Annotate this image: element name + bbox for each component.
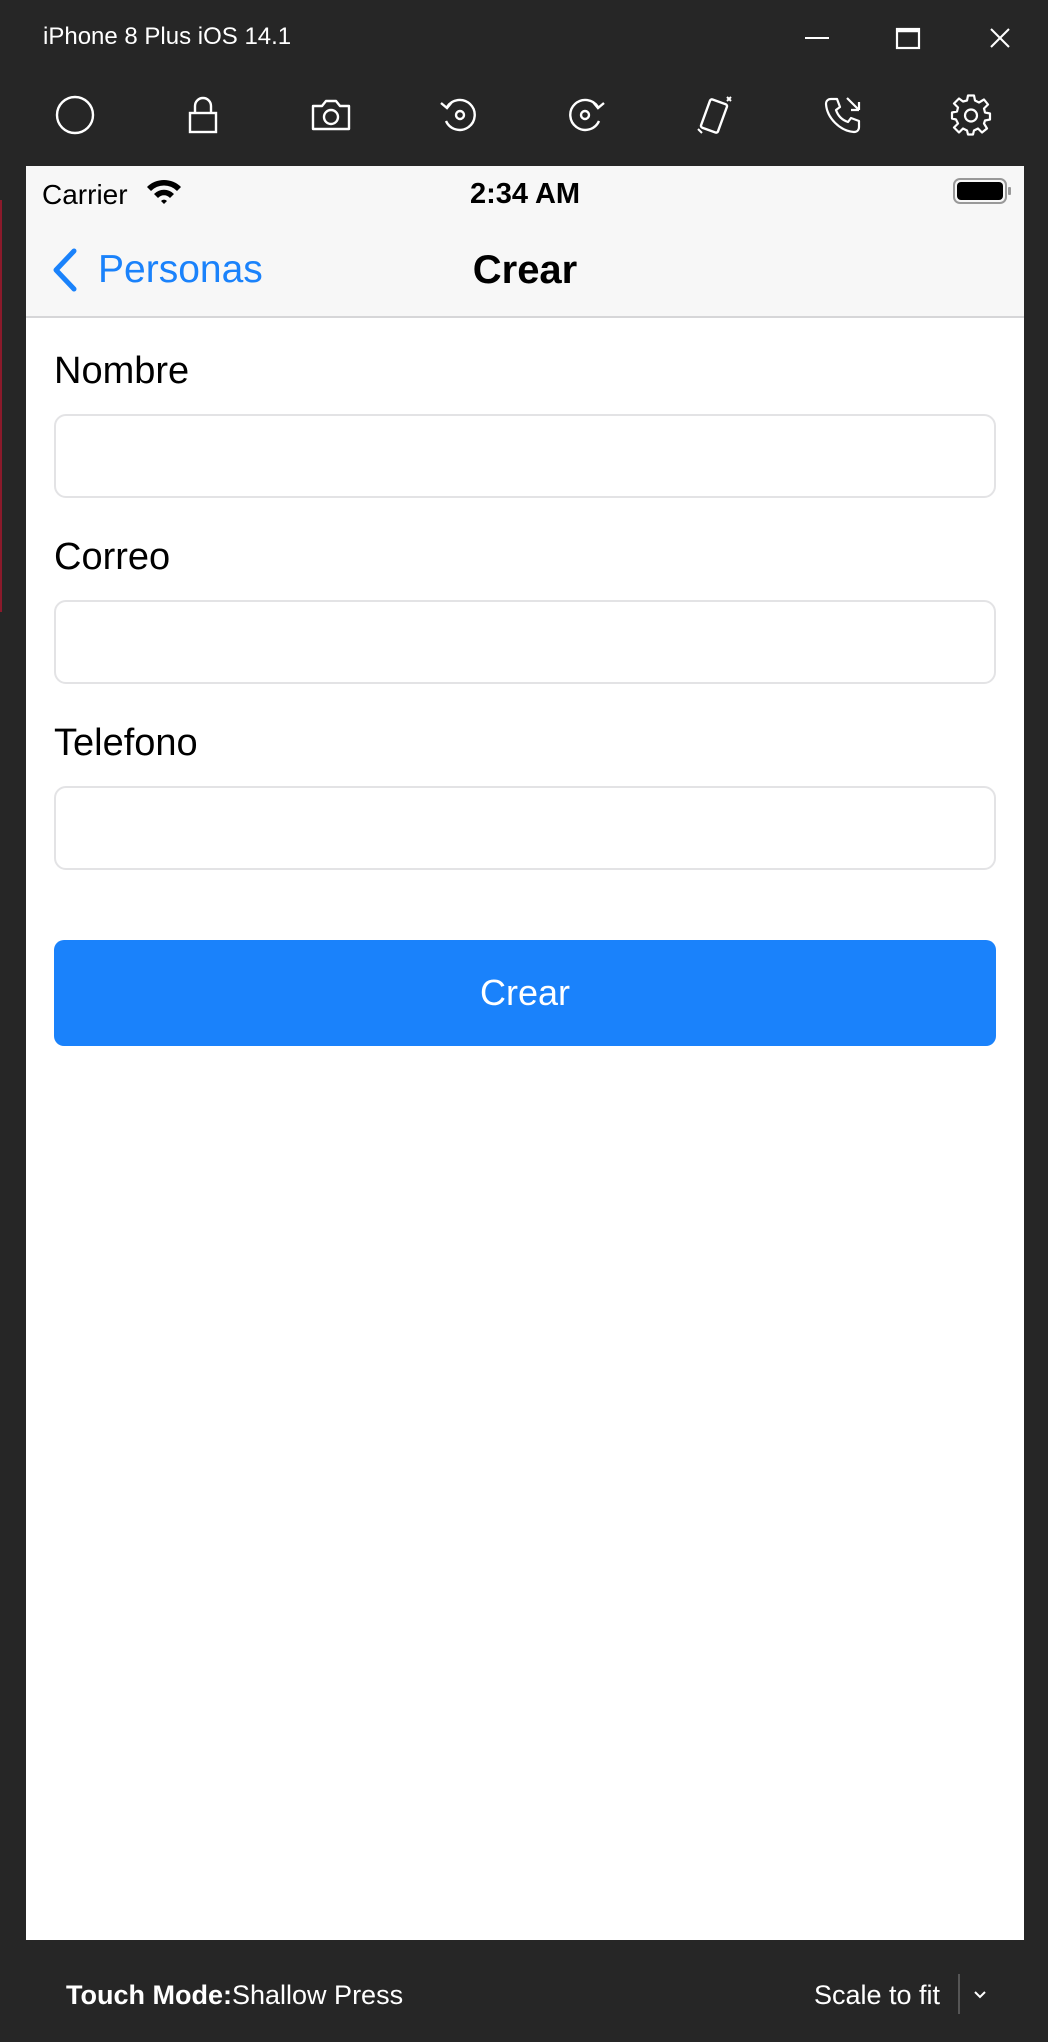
rotate-right-icon (569, 98, 605, 132)
home-button[interactable] (42, 82, 108, 148)
window-side-accent (0, 200, 2, 612)
battery-icon (953, 178, 1011, 204)
simulator-bottom-bar: Touch Mode: Shallow Press Scale to fit (0, 1940, 1048, 2042)
camera-icon (311, 99, 351, 131)
window-titlebar: iPhone 8 Plus iOS 14.1 (0, 0, 1048, 76)
call-icon (824, 97, 861, 134)
rotate-right-button[interactable] (553, 82, 619, 148)
call-button[interactable] (810, 82, 876, 148)
correo-label: Correo (54, 536, 171, 578)
home-icon (55, 95, 95, 135)
close-icon (990, 28, 1010, 48)
lock-button[interactable] (170, 82, 236, 148)
gear-icon (950, 94, 992, 136)
touch-mode-label: Touch Mode: (66, 1980, 232, 2010)
ios-status-bar: Carrier 2:34 AM (26, 166, 1024, 222)
crear-button[interactable]: Crear (54, 940, 996, 1046)
maximize-button[interactable] (880, 14, 936, 62)
simulator-toolbar (0, 82, 1048, 148)
rotate-left-button[interactable] (426, 82, 492, 148)
screenshot-button[interactable] (298, 82, 364, 148)
close-button[interactable] (972, 14, 1028, 62)
scale-selector[interactable]: Scale to fit (814, 1978, 940, 2012)
touch-mode-selector[interactable]: Shallow Press (232, 1978, 403, 2012)
nombre-label: Nombre (54, 350, 190, 392)
navigation-bar: Personas Crear (26, 222, 1024, 318)
minimize-icon (805, 37, 829, 39)
nombre-field[interactable] (54, 414, 996, 498)
minimize-button[interactable] (789, 14, 845, 62)
status-time: 2:34 AM (469, 178, 581, 210)
telefono-label: Telefono (54, 722, 198, 764)
device-screen[interactable]: Carrier 2:34 AM Personas Crear Nombre Co… (26, 166, 1024, 1940)
window-title: iPhone 8 Plus iOS 14.1 (43, 23, 292, 50)
settings-button[interactable] (938, 82, 1004, 148)
maximize-icon (895, 27, 921, 50)
chevron-down-icon (974, 1991, 986, 1999)
telefono-field[interactable] (54, 786, 996, 870)
shake-button[interactable] (682, 82, 748, 148)
shake-icon (697, 96, 732, 134)
lock-icon (188, 96, 218, 134)
page-title: Crear (472, 248, 578, 292)
scale-dropdown-button[interactable] (960, 1972, 1000, 2018)
rotate-left-icon (440, 98, 476, 132)
correo-field[interactable] (54, 600, 996, 684)
